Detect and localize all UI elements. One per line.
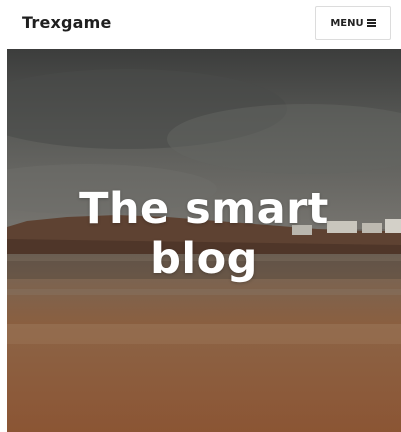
hero-title-line-2: blog [150, 234, 258, 284]
site-header: Trexgame MENU [0, 0, 401, 48]
site-title[interactable]: Trexgame [22, 13, 112, 32]
hero-title: The smart blog [7, 184, 401, 284]
menu-label: MENU [330, 17, 364, 29]
menu-button[interactable]: MENU [315, 6, 391, 40]
hamburger-icon [366, 19, 376, 27]
hero-title-line-1: The smart [79, 184, 329, 234]
hero-banner: The smart blog [7, 49, 401, 432]
